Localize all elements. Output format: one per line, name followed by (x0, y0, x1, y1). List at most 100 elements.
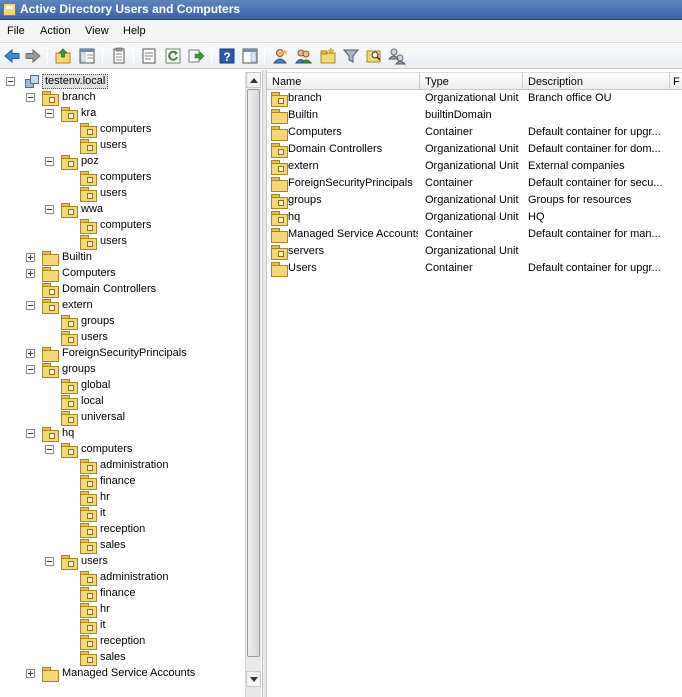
tree-node-computers[interactable]: computers (80, 122, 240, 138)
new-group-icon[interactable] (295, 47, 313, 65)
tree-node-groups[interactable]: groups (61, 314, 240, 330)
tree-node-branch[interactable]: branch (26, 90, 240, 106)
tree-node-wwa[interactable]: wwa (45, 202, 240, 218)
ou-folder-icon (271, 211, 288, 226)
collapse-toggle[interactable] (26, 365, 35, 374)
list-row-computers[interactable]: Computers Container Default container for … (267, 124, 682, 141)
new-user-icon[interactable] (272, 47, 290, 65)
properties-icon[interactable] (140, 47, 158, 65)
tree-node-managed-service-accounts[interactable]: Managed Service Accounts (26, 666, 240, 682)
tree-node-administration[interactable]: administration (80, 570, 240, 586)
tree-node-computers[interactable]: computers (80, 218, 240, 234)
show-hide-tree-icon[interactable] (78, 47, 96, 65)
collapse-toggle[interactable] (45, 109, 54, 118)
refresh-icon[interactable] (164, 47, 182, 65)
export-list-icon[interactable] (187, 47, 205, 65)
tree-node-builtin[interactable]: Builtin (26, 250, 240, 266)
tree-node-groups[interactable]: groups (26, 362, 240, 378)
title-bar[interactable]: Active Directory Users and Computers (0, 0, 682, 20)
collapse-toggle[interactable] (45, 205, 54, 214)
tree-node-hq[interactable]: hq (26, 426, 240, 442)
tree-vertical-scrollbar[interactable] (245, 72, 261, 697)
tree-node-administration[interactable]: administration (80, 458, 240, 474)
copy-icon[interactable] (110, 47, 128, 65)
tree-node-computers[interactable]: computers (80, 170, 240, 186)
tree-node-local[interactable]: local (61, 394, 240, 410)
tree-node-users[interactable]: users (45, 554, 240, 570)
tree-node-universal[interactable]: universal (61, 410, 240, 426)
tree-node-users[interactable]: users (80, 186, 240, 202)
tree-node-computers[interactable]: Computers (26, 266, 240, 282)
column-header-extra[interactable]: F (670, 72, 682, 90)
expand-toggle[interactable] (26, 253, 35, 262)
list-row-foreignsecurityprincipals[interactable]: ForeignSecurityPrincipals Container Defaul… (267, 175, 682, 192)
list-row-branch[interactable]: branch Organizational Unit Branch office O… (267, 90, 682, 107)
column-header-extra-label: F (673, 76, 680, 88)
tree-node-finance[interactable]: finance (80, 474, 240, 490)
tree-node-sales[interactable]: sales (80, 538, 240, 554)
list-row-extern[interactable]: extern Organizational Unit External compan… (267, 158, 682, 175)
tree-node-it[interactable]: it (80, 618, 240, 634)
expand-toggle[interactable] (26, 669, 35, 678)
collapse-toggle[interactable] (45, 157, 54, 166)
tree-root-domain[interactable]: testenv.local (6, 74, 244, 90)
cell-type: builtinDomain (425, 109, 492, 121)
tree-node-foreignsecurityprincipals[interactable]: ForeignSecurityPrincipals (26, 346, 240, 362)
collapse-toggle[interactable] (45, 557, 54, 566)
filter-icon[interactable] (342, 47, 360, 65)
tree-node-users[interactable]: users (61, 330, 240, 346)
new-ou-icon[interactable] (319, 47, 337, 65)
tree-node-hr[interactable]: hr (80, 602, 240, 618)
scroll-down-arrow[interactable] (246, 671, 261, 687)
expand-toggle[interactable] (26, 349, 35, 358)
tree-node-reception[interactable]: reception (80, 634, 240, 650)
scroll-thumb[interactable] (247, 89, 260, 657)
menu-file[interactable]: File (7, 25, 25, 38)
column-header-description[interactable]: Description (523, 72, 670, 90)
forward-icon[interactable] (24, 47, 42, 65)
aduc-app-icon (3, 3, 16, 16)
toolbar: ? (0, 43, 682, 69)
list-row-hq[interactable]: hq Organizational Unit HQ (267, 209, 682, 226)
scroll-up-arrow[interactable] (246, 72, 261, 88)
tree-node-hr[interactable]: hr (80, 490, 240, 506)
collapse-toggle[interactable] (26, 93, 35, 102)
delegate-icon[interactable] (388, 47, 406, 65)
collapse-toggle[interactable] (45, 445, 54, 454)
tree-node-extern[interactable]: extern (26, 298, 240, 314)
tree-node-it[interactable]: it (80, 506, 240, 522)
up-folder-icon[interactable] (54, 47, 72, 65)
list-row-servers[interactable]: servers Organizational Unit (267, 243, 682, 260)
tree-node-reception[interactable]: reception (80, 522, 240, 538)
expand-toggle[interactable] (26, 269, 35, 278)
collapse-toggle[interactable] (26, 301, 35, 310)
column-header-name[interactable]: Name (267, 72, 420, 90)
collapse-toggle[interactable] (26, 429, 35, 438)
tree-node-label: users (81, 555, 108, 567)
menu-action[interactable]: Action (40, 25, 71, 38)
tree-node-users[interactable]: users (80, 138, 240, 154)
tree-node-sales[interactable]: sales (80, 650, 240, 666)
tree-node-domain-controllers[interactable]: Domain Controllers (42, 282, 240, 298)
tree-node-users[interactable]: users (80, 234, 240, 250)
list-row-domain-controllers[interactable]: Domain Controllers Organizational Unit Def… (267, 141, 682, 158)
list-row-managed-service-accounts[interactable]: Managed Service Accounts Container Default… (267, 226, 682, 243)
tree-node-computers[interactable]: computers (45, 442, 240, 458)
help-icon[interactable]: ? (218, 47, 236, 65)
list-row-users[interactable]: Users Container Default container for upgr… (267, 260, 682, 277)
tree-node-finance[interactable]: finance (80, 586, 240, 602)
menu-help[interactable]: Help (123, 25, 146, 38)
tree-node-kra[interactable]: kra (45, 106, 240, 122)
back-icon[interactable] (3, 47, 21, 65)
console-icon[interactable] (241, 47, 259, 65)
list-row-builtin[interactable]: Builtin builtinDomain (267, 107, 682, 124)
tree-node-global[interactable]: global (61, 378, 240, 394)
collapse-toggle[interactable] (6, 77, 15, 86)
menu-view[interactable]: View (85, 25, 109, 38)
find-icon[interactable] (365, 47, 383, 65)
tree-node-poz[interactable]: poz (45, 154, 240, 170)
list-row-groups[interactable]: groups Organizational Unit Groups for reso… (267, 192, 682, 209)
column-header-type[interactable]: Type (420, 72, 523, 90)
domain-icon (24, 74, 40, 89)
tree-node-label: finance (100, 587, 136, 599)
